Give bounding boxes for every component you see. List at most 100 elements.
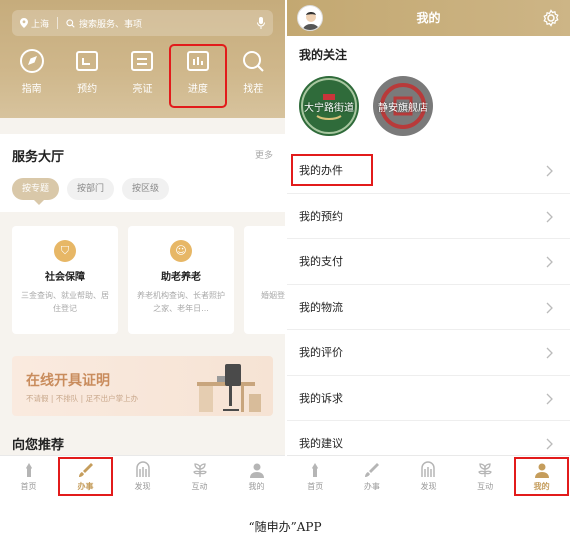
menu-label: 我的诉求 xyxy=(299,391,343,405)
service-hall-section: 服务大厅 更多 按专题 按部门 按区级 xyxy=(0,134,285,212)
tab-services[interactable]: 办事 xyxy=(57,456,114,497)
tab-label: 发现 xyxy=(420,482,437,491)
menu-my-appointments[interactable]: 我的预约 xyxy=(287,194,570,239)
menu-label: 我的评价 xyxy=(299,346,343,360)
id-card-icon xyxy=(131,51,154,71)
section-title: 服务大厅 xyxy=(12,150,65,165)
tab-label: 互动 xyxy=(191,482,208,491)
profile-header: 我的 xyxy=(287,0,570,36)
tab-discover[interactable]: 发现 xyxy=(400,456,457,497)
left-phone-screen: 上海 搜索服务、事项 指南 预约 亮证 进度 找茬 服务大厅 更多 按专题 按部… xyxy=(0,0,285,497)
service-desc: 婚姻登记、接种疫苗 xyxy=(261,291,285,300)
bottom-tab-bar: 首页 办事 发现 互动 我的 xyxy=(287,455,570,497)
chevron-right-icon xyxy=(546,347,553,359)
menu-label: 我的支付 xyxy=(299,255,343,269)
service-desc: 三金查询、就业帮助、居住登记 xyxy=(21,291,109,313)
section-title: 我的关注 xyxy=(299,48,348,62)
menu-label: 我的建议 xyxy=(299,437,343,451)
chevron-right-icon xyxy=(546,256,553,268)
search-bar[interactable]: 上海 搜索服务、事项 xyxy=(12,10,273,36)
magnifier-icon xyxy=(243,51,264,72)
quick-action-report[interactable]: 找茬 xyxy=(228,48,278,104)
quick-action-label: 找茬 xyxy=(243,84,264,95)
tab-label: 发现 xyxy=(134,482,151,491)
quick-action-label: 亮证 xyxy=(132,84,153,95)
chip-by-district[interactable]: 按区级 xyxy=(122,178,170,200)
service-title: 社会保障 xyxy=(45,272,85,283)
tab-interact[interactable]: 互动 xyxy=(171,456,228,497)
location-selector[interactable]: 上海 xyxy=(20,17,49,30)
quick-action-appointment[interactable]: 预约 xyxy=(62,48,112,104)
followed-name: 静安旗舰店 xyxy=(378,102,428,114)
search-placeholder: 搜索服务、事项 xyxy=(79,19,143,30)
bottom-tab-bar: 首页 办事 发现 互动 我的 xyxy=(0,455,285,497)
chevron-right-icon xyxy=(546,302,553,313)
tab-services[interactable]: 办事 xyxy=(344,456,401,497)
discover-icon xyxy=(135,461,150,477)
service-card-social-security[interactable]: ⛉ 社会保障 三金查询、就业帮助、居住登记 xyxy=(12,226,118,334)
tab-label: 办事 xyxy=(363,482,380,491)
followed-item-jingan-store[interactable]: 静安旗舰店 xyxy=(373,76,433,136)
banner-subtitle: 不请假 | 不排队 | 足不出户掌上办 xyxy=(26,394,139,403)
menu-my-payments[interactable]: 我的支付 xyxy=(287,239,570,285)
search-input[interactable]: 搜索服务、事项 xyxy=(66,17,257,30)
interact-icon xyxy=(192,463,207,477)
location-label: 上海 xyxy=(31,19,50,30)
profile-menu: 我的办件 我的预约 我的支付 我的物流 我的评价 我的诉求 我的建议 xyxy=(287,148,570,467)
progress-chart-icon xyxy=(186,51,209,71)
tab-profile[interactable]: 我的 xyxy=(513,456,570,497)
menu-label: 我的物流 xyxy=(299,300,343,314)
figure-caption: “随申办”APP xyxy=(248,520,322,534)
quick-actions: 指南 预约 亮证 进度 找茬 xyxy=(0,44,285,108)
menu-label: 我的办件 xyxy=(291,154,373,187)
gear-icon[interactable] xyxy=(542,9,560,27)
banner-title: 在线开具证明 xyxy=(26,373,110,389)
quick-action-guide[interactable]: 指南 xyxy=(7,48,57,104)
menu-my-reviews[interactable]: 我的评价 xyxy=(287,330,570,376)
hero-header: 上海 搜索服务、事项 指南 预约 亮证 进度 找茬 xyxy=(0,0,285,118)
service-desc: 养老机构查询、长者照护之家、老年日... xyxy=(137,291,225,313)
location-pin-icon xyxy=(20,18,28,28)
chip-by-department[interactable]: 按部门 xyxy=(67,178,115,200)
quick-action-progress[interactable]: 进度 xyxy=(168,44,227,108)
service-card-marriage[interactable]: ♥ 婚 婚姻登记、接种疫苗 xyxy=(244,226,285,334)
tab-home[interactable]: 首页 xyxy=(0,456,57,497)
calendar-icon xyxy=(76,51,99,71)
tab-label: 我的 xyxy=(248,482,265,491)
filter-chips: 按专题 按部门 按区级 xyxy=(12,178,170,205)
quick-action-label: 进度 xyxy=(187,84,208,95)
menu-label: 我的预约 xyxy=(299,209,343,223)
chevron-right-icon xyxy=(546,393,553,404)
tab-label: 互动 xyxy=(477,482,494,491)
quick-action-label: 预约 xyxy=(77,84,98,95)
search-separator xyxy=(57,17,59,29)
tab-label: 首页 xyxy=(307,482,324,491)
online-certificate-banner[interactable]: 在线开具证明 不请假 | 不排队 | 足不出户掌上办 xyxy=(12,356,273,416)
followed-list: 大宁路街道 静安旗舰店 xyxy=(299,76,433,136)
tab-label: 办事 xyxy=(77,482,94,491)
chevron-right-icon xyxy=(546,438,553,450)
brush-icon xyxy=(364,463,379,477)
microphone-icon[interactable] xyxy=(257,17,265,29)
menu-my-appeals[interactable]: 我的诉求 xyxy=(287,376,570,421)
compass-icon xyxy=(19,49,44,73)
tab-discover[interactable]: 发现 xyxy=(114,456,171,497)
recommend-title: 向您推荐 xyxy=(12,438,65,453)
page-title: 我的 xyxy=(416,11,441,25)
shield-icon: ⛉ xyxy=(54,240,76,262)
right-phone-screen: 我的 我的关注 大宁路街道 静安旗舰店 我的办件 我的预约 我的支付 我的物流 xyxy=(287,0,570,497)
more-link[interactable]: 更多 xyxy=(255,148,273,161)
tab-label: 首页 xyxy=(20,482,37,491)
tab-home[interactable]: 首页 xyxy=(287,456,344,497)
menu-my-logistics[interactable]: 我的物流 xyxy=(287,285,570,330)
followed-item-daning-street[interactable]: 大宁路街道 xyxy=(299,76,359,136)
chevron-right-icon xyxy=(546,165,553,177)
menu-my-applications[interactable]: 我的办件 xyxy=(287,148,570,194)
tab-interact[interactable]: 互动 xyxy=(457,456,514,497)
discover-icon xyxy=(421,461,436,477)
quick-action-show-id[interactable]: 亮证 xyxy=(117,48,167,104)
elder-icon: ☺ xyxy=(170,240,192,262)
tab-profile[interactable]: 我的 xyxy=(228,456,285,497)
chip-by-topic[interactable]: 按专题 xyxy=(12,178,60,205)
service-card-elderly-care[interactable]: ☺ 助老养老 养老机构查询、长者照护之家、老年日... xyxy=(128,226,234,334)
